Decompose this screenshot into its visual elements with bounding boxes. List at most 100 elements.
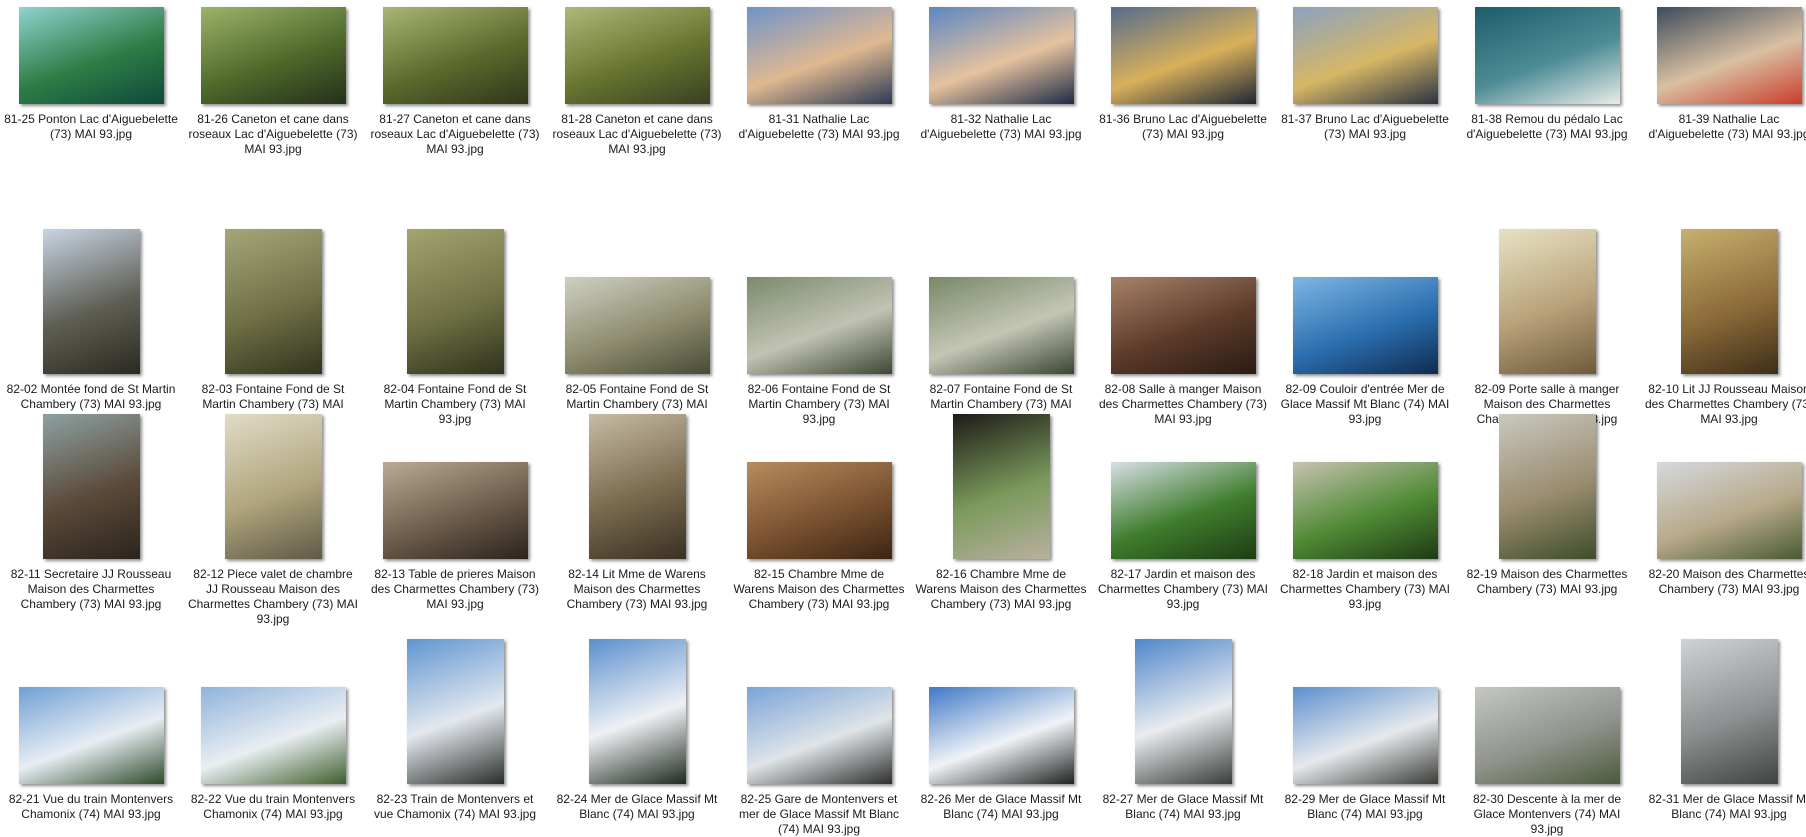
file-name-label[interactable]: 81-31 Nathalie Lac d'Aiguebelette (73) M… <box>732 112 906 142</box>
thumbnail-image[interactable] <box>746 7 892 104</box>
thumbnail-image[interactable] <box>1110 277 1256 374</box>
thumbnail-image[interactable] <box>1110 7 1256 104</box>
thumbnail-image[interactable] <box>224 229 322 374</box>
file-name-label[interactable]: 82-22 Vue du train Montenvers Chamonix (… <box>186 792 360 822</box>
file-name-label[interactable]: 82-02 Montée fond de St Martin Chambery … <box>4 382 178 412</box>
thumbnail-image[interactable] <box>18 7 164 104</box>
file-name-label[interactable]: 82-29 Mer de Glace Massif Mt Blanc (74) … <box>1278 792 1452 822</box>
file-name-label[interactable]: 81-28 Caneton et cane dans roseaux Lac d… <box>550 112 724 157</box>
file-item[interactable]: 82-29 Mer de Glace Massif Mt Blanc (74) … <box>1274 640 1456 821</box>
thumbnail-image[interactable] <box>952 414 1050 559</box>
file-item[interactable]: 82-12 Piece valet de chambre JJ Rousseau… <box>182 414 364 640</box>
file-item[interactable]: 82-25 Gare de Montenvers et mer de Glace… <box>728 640 910 836</box>
file-item[interactable]: 81-38 Remou du pédalo Lac d'Aiguebelette… <box>1456 0 1638 210</box>
file-item[interactable]: 81-31 Nathalie Lac d'Aiguebelette (73) M… <box>728 0 910 210</box>
file-item[interactable]: 82-08 Salle à manger Maison des Charmett… <box>1092 210 1274 426</box>
file-item[interactable]: 82-07 Fontaine Fond de St Martin Chamber… <box>910 210 1092 426</box>
thumbnail-image[interactable] <box>406 229 504 374</box>
file-item[interactable]: 82-15 Chambre Mme de Warens Maison des C… <box>728 415 910 640</box>
file-item[interactable]: 82-27 Mer de Glace Massif Mt Blanc (74) … <box>1092 639 1274 821</box>
thumbnail-image[interactable] <box>746 462 892 559</box>
file-item[interactable]: 82-30 Descente à la mer de Glace Montenv… <box>1456 640 1638 836</box>
file-name-label[interactable]: 81-36 Bruno Lac d'Aiguebelette (73) MAI … <box>1096 112 1270 142</box>
file-name-label[interactable]: 82-20 Maison des Charmettes Chambery (73… <box>1642 567 1806 597</box>
file-item[interactable]: 82-24 Mer de Glace Massif Mt Blanc (74) … <box>546 639 728 821</box>
thumbnail-image[interactable] <box>1292 462 1438 559</box>
file-item[interactable]: 82-13 Table de prieres Maison des Charme… <box>364 415 546 640</box>
file-name-label[interactable]: 82-27 Mer de Glace Massif Mt Blanc (74) … <box>1096 792 1270 822</box>
file-name-label[interactable]: 82-17 Jardin et maison des Charmettes Ch… <box>1096 567 1270 612</box>
file-item[interactable]: 81-32 Nathalie Lac d'Aiguebelette (73) M… <box>910 0 1092 210</box>
file-name-label[interactable]: 82-21 Vue du train Montenvers Chamonix (… <box>4 792 178 822</box>
thumbnail-image[interactable] <box>928 277 1074 374</box>
thumbnail-image[interactable] <box>200 687 346 784</box>
file-item[interactable]: 82-17 Jardin et maison des Charmettes Ch… <box>1092 415 1274 640</box>
thumbnail-image[interactable] <box>588 639 686 784</box>
file-name-label[interactable]: 81-37 Bruno Lac d'Aiguebelette (73) MAI … <box>1278 112 1452 142</box>
file-name-label[interactable]: 82-24 Mer de Glace Massif Mt Blanc (74) … <box>550 792 724 822</box>
file-name-label[interactable]: 81-38 Remou du pédalo Lac d'Aiguebelette… <box>1460 112 1634 142</box>
file-item[interactable]: 82-03 Fontaine Fond de St Martin Chamber… <box>182 210 364 426</box>
file-item[interactable]: 82-31 Mer de Glace Massif Mt Blanc (74) … <box>1638 639 1806 821</box>
file-item[interactable]: 81-27 Caneton et cane dans roseaux Lac d… <box>364 0 546 210</box>
thumbnail-image[interactable] <box>746 277 892 374</box>
thumbnail-image[interactable] <box>42 414 140 559</box>
file-item[interactable]: 82-02 Montée fond de St Martin Chambery … <box>0 210 182 415</box>
file-item[interactable]: 82-22 Vue du train Montenvers Chamonix (… <box>182 640 364 821</box>
file-name-label[interactable]: 82-14 Lit Mme de Warens Maison des Charm… <box>550 567 724 612</box>
file-name-label[interactable]: 82-15 Chambre Mme de Warens Maison des C… <box>732 567 906 612</box>
file-name-label[interactable]: 82-13 Table de prieres Maison des Charme… <box>368 567 542 612</box>
thumbnail-image[interactable] <box>1292 7 1438 104</box>
file-item[interactable]: 81-37 Bruno Lac d'Aiguebelette (73) MAI … <box>1274 0 1456 210</box>
file-name-label[interactable]: 82-26 Mer de Glace Massif Mt Blanc (74) … <box>914 792 1088 822</box>
file-name-label[interactable]: 82-11 Secretaire JJ Rousseau Maison des … <box>4 567 178 612</box>
file-item[interactable]: 81-26 Caneton et cane dans roseaux Lac d… <box>182 0 364 210</box>
file-name-label[interactable]: 81-39 Nathalie Lac d'Aiguebelette (73) M… <box>1642 112 1806 142</box>
thumbnail-image[interactable] <box>1498 229 1596 374</box>
file-item[interactable]: 82-20 Maison des Charmettes Chambery (73… <box>1638 415 1806 640</box>
file-item[interactable]: 82-21 Vue du train Montenvers Chamonix (… <box>0 640 182 821</box>
file-name-label[interactable]: 81-26 Caneton et cane dans roseaux Lac d… <box>186 112 360 157</box>
thumbnail-image[interactable] <box>1680 639 1778 784</box>
file-name-label[interactable]: 82-23 Train de Montenvers et vue Chamoni… <box>368 792 542 822</box>
file-name-label[interactable]: 82-18 Jardin et maison des Charmettes Ch… <box>1278 567 1452 612</box>
file-item[interactable]: 82-04 Fontaine Fond de St Martin Chamber… <box>364 210 546 426</box>
thumbnail-image[interactable] <box>1656 462 1802 559</box>
file-item[interactable]: 82-26 Mer de Glace Massif Mt Blanc (74) … <box>910 640 1092 821</box>
file-item[interactable]: 82-05 Fontaine Fond de St Martin Chamber… <box>546 210 728 426</box>
thumbnail-image[interactable] <box>928 7 1074 104</box>
file-item[interactable]: 82-11 Secretaire JJ Rousseau Maison des … <box>0 414 182 640</box>
thumbnail-image[interactable] <box>564 7 710 104</box>
file-item[interactable]: 82-06 Fontaine Fond de St Martin Chamber… <box>728 210 910 426</box>
file-item[interactable]: 81-28 Caneton et cane dans roseaux Lac d… <box>546 0 728 210</box>
thumbnail-image[interactable] <box>564 277 710 374</box>
file-item[interactable]: 82-23 Train de Montenvers et vue Chamoni… <box>364 639 546 821</box>
thumbnail-image[interactable] <box>1474 7 1620 104</box>
thumbnail-image[interactable] <box>1134 639 1232 784</box>
thumbnail-image[interactable] <box>1292 277 1438 374</box>
thumbnail-image[interactable] <box>1656 7 1802 104</box>
file-name-label[interactable]: 82-16 Chambre Mme de Warens Maison des C… <box>914 567 1088 612</box>
file-name-label[interactable]: 81-32 Nathalie Lac d'Aiguebelette (73) M… <box>914 112 1088 142</box>
file-name-label[interactable]: 81-27 Caneton et cane dans roseaux Lac d… <box>368 112 542 157</box>
thumbnail-image[interactable] <box>588 414 686 559</box>
file-name-label[interactable]: 82-31 Mer de Glace Massif Mt Blanc (74) … <box>1642 792 1806 822</box>
file-item[interactable]: 82-10 Lit JJ Rousseau Maison des Charmet… <box>1638 210 1806 426</box>
file-item[interactable]: 81-39 Nathalie Lac d'Aiguebelette (73) M… <box>1638 0 1806 210</box>
thumbnail-image[interactable] <box>1498 414 1596 559</box>
file-name-label[interactable]: 81-25 Ponton Lac d'Aiguebelette (73) MAI… <box>4 112 178 142</box>
file-item[interactable]: 81-36 Bruno Lac d'Aiguebelette (73) MAI … <box>1092 0 1274 210</box>
thumbnail-image[interactable] <box>18 687 164 784</box>
file-item[interactable]: 82-14 Lit Mme de Warens Maison des Charm… <box>546 414 728 640</box>
thumbnail-image[interactable] <box>382 7 528 104</box>
thumbnail-image[interactable] <box>1292 687 1438 784</box>
file-item[interactable]: 82-19 Maison des Charmettes Chambery (73… <box>1456 414 1638 640</box>
thumbnail-image[interactable] <box>1680 229 1778 374</box>
thumbnail-image[interactable] <box>1110 462 1256 559</box>
thumbnail-image[interactable] <box>406 639 504 784</box>
thumbnail-image[interactable] <box>224 414 322 559</box>
file-item[interactable]: 82-18 Jardin et maison des Charmettes Ch… <box>1274 415 1456 640</box>
file-item[interactable]: 81-25 Ponton Lac d'Aiguebelette (73) MAI… <box>0 0 182 210</box>
file-name-label[interactable]: 82-19 Maison des Charmettes Chambery (73… <box>1460 567 1634 597</box>
file-item[interactable]: 82-09 Porte salle à manger Maison des Ch… <box>1456 210 1638 426</box>
